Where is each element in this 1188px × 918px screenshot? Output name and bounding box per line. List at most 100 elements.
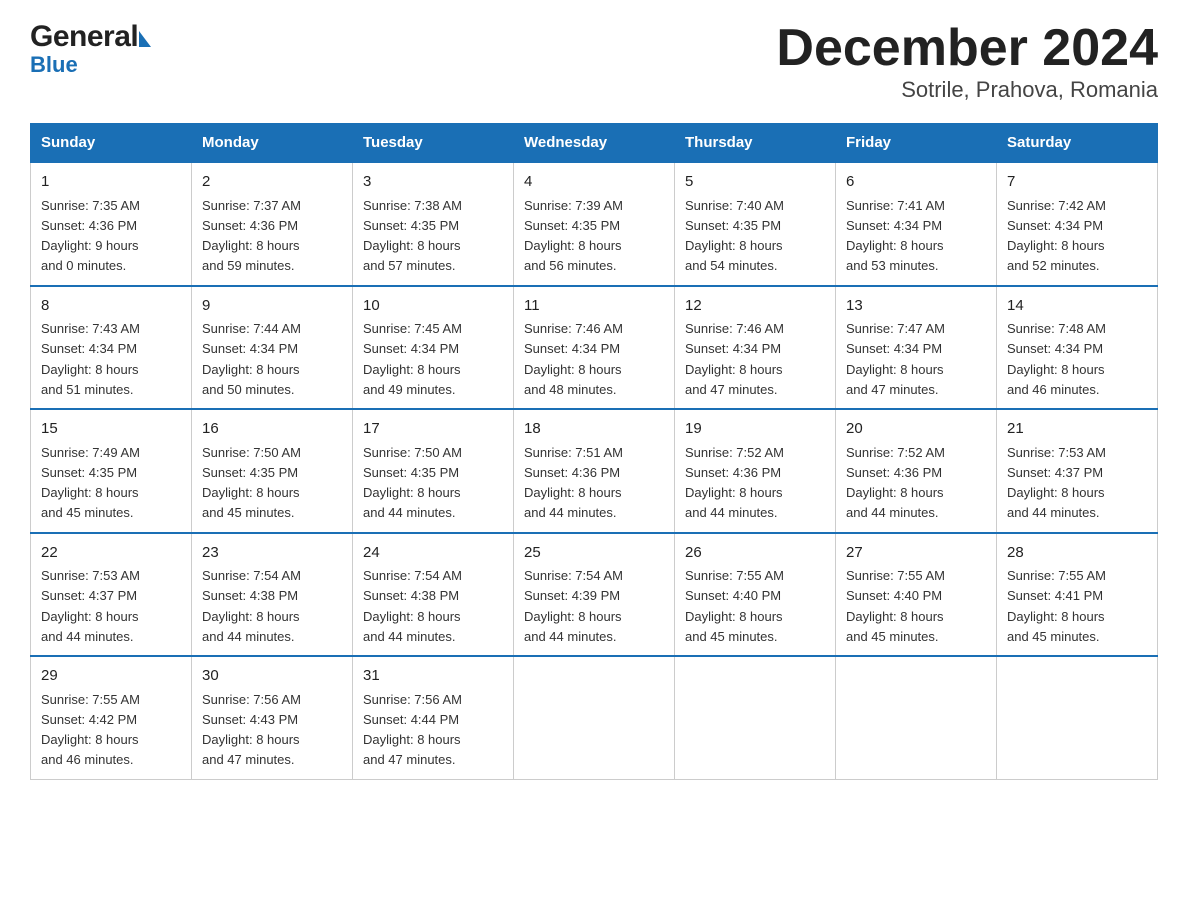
calendar-cell: 2Sunrise: 7:37 AMSunset: 4:36 PMDaylight…: [192, 162, 353, 286]
day-info: Sunrise: 7:53 AMSunset: 4:37 PMDaylight:…: [1007, 445, 1106, 521]
calendar-week-row: 8Sunrise: 7:43 AMSunset: 4:34 PMDaylight…: [31, 286, 1158, 410]
day-info: Sunrise: 7:52 AMSunset: 4:36 PMDaylight:…: [685, 445, 784, 521]
day-info: Sunrise: 7:50 AMSunset: 4:35 PMDaylight:…: [202, 445, 301, 521]
day-info: Sunrise: 7:40 AMSunset: 4:35 PMDaylight:…: [685, 198, 784, 274]
day-info: Sunrise: 7:45 AMSunset: 4:34 PMDaylight:…: [363, 321, 462, 397]
day-info: Sunrise: 7:54 AMSunset: 4:38 PMDaylight:…: [363, 568, 462, 644]
day-number: 12: [685, 295, 825, 318]
day-number: 3: [363, 171, 503, 194]
col-header-wednesday: Wednesday: [514, 124, 675, 163]
day-number: 23: [202, 542, 342, 565]
day-number: 20: [846, 418, 986, 441]
day-number: 25: [524, 542, 664, 565]
day-info: Sunrise: 7:44 AMSunset: 4:34 PMDaylight:…: [202, 321, 301, 397]
calendar-cell: [675, 656, 836, 779]
page-title: December 2024: [776, 20, 1158, 77]
day-info: Sunrise: 7:55 AMSunset: 4:41 PMDaylight:…: [1007, 568, 1106, 644]
calendar-cell: 12 Sunrise: 7:46 AMSunset: 4:34 PMDayligh…: [675, 286, 836, 410]
logo-blue-text: Blue: [30, 52, 78, 78]
calendar-cell: 8Sunrise: 7:43 AMSunset: 4:34 PMDaylight…: [31, 286, 192, 410]
day-info: Sunrise: 7:52 AMSunset: 4:36 PMDaylight:…: [846, 445, 945, 521]
calendar-cell: 22 Sunrise: 7:53 AMSunset: 4:37 PMDayligh…: [31, 533, 192, 657]
calendar-cell: 3Sunrise: 7:38 AMSunset: 4:35 PMDaylight…: [353, 162, 514, 286]
day-info: Sunrise: 7:49 AMSunset: 4:35 PMDaylight:…: [41, 445, 140, 521]
day-number: 26: [685, 542, 825, 565]
calendar-cell: 24 Sunrise: 7:54 AMSunset: 4:38 PMDayligh…: [353, 533, 514, 657]
day-number: 1: [41, 171, 181, 194]
day-number: 15: [41, 418, 181, 441]
day-number: 7: [1007, 171, 1147, 194]
day-info: Sunrise: 7:56 AMSunset: 4:44 PMDaylight:…: [363, 692, 462, 768]
day-number: 30: [202, 665, 342, 688]
day-info: Sunrise: 7:56 AMSunset: 4:43 PMDaylight:…: [202, 692, 301, 768]
day-info: Sunrise: 7:39 AMSunset: 4:35 PMDaylight:…: [524, 198, 623, 274]
col-header-saturday: Saturday: [997, 124, 1158, 163]
day-number: 19: [685, 418, 825, 441]
calendar-cell: 19 Sunrise: 7:52 AMSunset: 4:36 PMDayligh…: [675, 409, 836, 533]
day-info: Sunrise: 7:55 AMSunset: 4:40 PMDaylight:…: [846, 568, 945, 644]
day-number: 16: [202, 418, 342, 441]
calendar-cell: 11Sunrise: 7:46 AMSunset: 4:34 PMDayligh…: [514, 286, 675, 410]
day-number: 2: [202, 171, 342, 194]
calendar-cell: [997, 656, 1158, 779]
calendar-cell: [836, 656, 997, 779]
day-number: 31: [363, 665, 503, 688]
logo: General Blue: [30, 20, 151, 78]
col-header-sunday: Sunday: [31, 124, 192, 163]
day-number: 28: [1007, 542, 1147, 565]
logo-general-text: General: [30, 20, 138, 54]
calendar-table: SundayMondayTuesdayWednesdayThursdayFrid…: [30, 123, 1158, 780]
day-info: Sunrise: 7:46 AMSunset: 4:34 PMDaylight:…: [685, 321, 784, 397]
day-number: 8: [41, 295, 181, 318]
day-info: Sunrise: 7:42 AMSunset: 4:34 PMDaylight:…: [1007, 198, 1106, 274]
calendar-cell: 13 Sunrise: 7:47 AMSunset: 4:34 PMDayligh…: [836, 286, 997, 410]
day-number: 13: [846, 295, 986, 318]
day-info: Sunrise: 7:47 AMSunset: 4:34 PMDaylight:…: [846, 321, 945, 397]
calendar-cell: 31 Sunrise: 7:56 AMSunset: 4:44 PMDayligh…: [353, 656, 514, 779]
calendar-cell: 29 Sunrise: 7:55 AMSunset: 4:42 PMDayligh…: [31, 656, 192, 779]
page-subtitle: Sotrile, Prahova, Romania: [776, 77, 1158, 103]
day-info: Sunrise: 7:46 AMSunset: 4:34 PMDaylight:…: [524, 321, 623, 397]
calendar-cell: 20 Sunrise: 7:52 AMSunset: 4:36 PMDayligh…: [836, 409, 997, 533]
day-info: Sunrise: 7:55 AMSunset: 4:42 PMDaylight:…: [41, 692, 140, 768]
logo-arrow-icon: [139, 31, 151, 47]
calendar-week-row: 29 Sunrise: 7:55 AMSunset: 4:42 PMDayligh…: [31, 656, 1158, 779]
calendar-cell: 18Sunrise: 7:51 AMSunset: 4:36 PMDayligh…: [514, 409, 675, 533]
calendar-cell: 27 Sunrise: 7:55 AMSunset: 4:40 PMDayligh…: [836, 533, 997, 657]
day-number: 27: [846, 542, 986, 565]
calendar-cell: 16 Sunrise: 7:50 AMSunset: 4:35 PMDayligh…: [192, 409, 353, 533]
day-info: Sunrise: 7:53 AMSunset: 4:37 PMDaylight:…: [41, 568, 140, 644]
page-header: General Blue December 2024 Sotrile, Prah…: [30, 20, 1158, 103]
calendar-cell: 21 Sunrise: 7:53 AMSunset: 4:37 PMDayligh…: [997, 409, 1158, 533]
day-number: 21: [1007, 418, 1147, 441]
calendar-week-row: 1Sunrise: 7:35 AMSunset: 4:36 PMDaylight…: [31, 162, 1158, 286]
day-info: Sunrise: 7:50 AMSunset: 4:35 PMDaylight:…: [363, 445, 462, 521]
day-info: Sunrise: 7:54 AMSunset: 4:39 PMDaylight:…: [524, 568, 623, 644]
calendar-cell: 25 Sunrise: 7:54 AMSunset: 4:39 PMDayligh…: [514, 533, 675, 657]
calendar-cell: 23 Sunrise: 7:54 AMSunset: 4:38 PMDayligh…: [192, 533, 353, 657]
col-header-friday: Friday: [836, 124, 997, 163]
day-info: Sunrise: 7:48 AMSunset: 4:34 PMDaylight:…: [1007, 321, 1106, 397]
day-info: Sunrise: 7:54 AMSunset: 4:38 PMDaylight:…: [202, 568, 301, 644]
calendar-cell: 14 Sunrise: 7:48 AMSunset: 4:34 PMDayligh…: [997, 286, 1158, 410]
day-number: 6: [846, 171, 986, 194]
calendar-cell: 4 Sunrise: 7:39 AMSunset: 4:35 PMDaylight…: [514, 162, 675, 286]
calendar-week-row: 22 Sunrise: 7:53 AMSunset: 4:37 PMDayligh…: [31, 533, 1158, 657]
day-info: Sunrise: 7:55 AMSunset: 4:40 PMDaylight:…: [685, 568, 784, 644]
calendar-cell: 30 Sunrise: 7:56 AMSunset: 4:43 PMDayligh…: [192, 656, 353, 779]
day-number: 18: [524, 418, 664, 441]
day-number: 22: [41, 542, 181, 565]
calendar-cell: 17Sunrise: 7:50 AMSunset: 4:35 PMDayligh…: [353, 409, 514, 533]
title-block: December 2024 Sotrile, Prahova, Romania: [776, 20, 1158, 103]
day-number: 14: [1007, 295, 1147, 318]
day-number: 24: [363, 542, 503, 565]
day-number: 4: [524, 171, 664, 194]
calendar-cell: 26 Sunrise: 7:55 AMSunset: 4:40 PMDayligh…: [675, 533, 836, 657]
day-number: 29: [41, 665, 181, 688]
calendar-header-row: SundayMondayTuesdayWednesdayThursdayFrid…: [31, 124, 1158, 163]
day-number: 9: [202, 295, 342, 318]
calendar-cell: 9 Sunrise: 7:44 AMSunset: 4:34 PMDaylight…: [192, 286, 353, 410]
calendar-cell: 7 Sunrise: 7:42 AMSunset: 4:34 PMDaylight…: [997, 162, 1158, 286]
day-number: 10: [363, 295, 503, 318]
col-header-monday: Monday: [192, 124, 353, 163]
